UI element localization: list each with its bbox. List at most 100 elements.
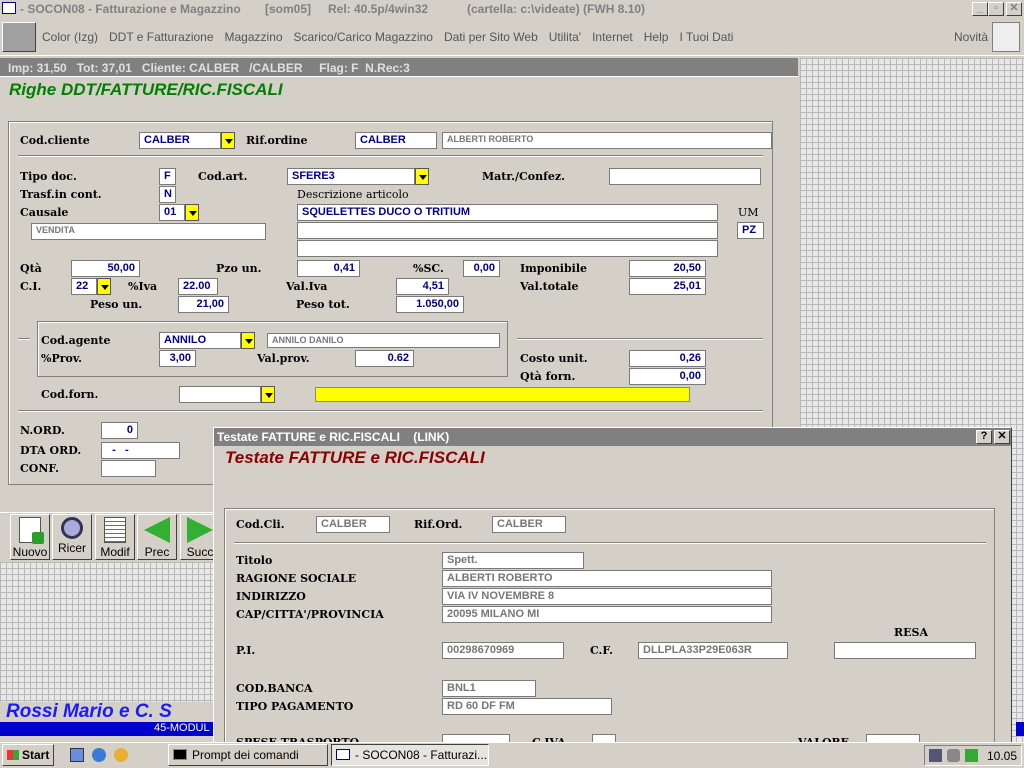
ci-dropdown[interactable] bbox=[97, 278, 111, 295]
rif-ordine-field[interactable]: CALBER bbox=[355, 132, 437, 149]
forn-dropdown[interactable] bbox=[261, 386, 275, 403]
causale-dropdown[interactable] bbox=[185, 204, 199, 221]
status-line: Imp: 31,50 Tot: 37,01 Cliente: CALBER /C… bbox=[0, 58, 798, 77]
dialog-help-button[interactable]: ? bbox=[976, 430, 992, 444]
codcli-field[interactable]: CALBER bbox=[316, 516, 390, 533]
menu-item-8[interactable]: I Tuoi Dati bbox=[679, 30, 733, 44]
menu-item-0[interactable]: Color (Izg) bbox=[42, 30, 98, 44]
start-button[interactable]: Start bbox=[2, 744, 54, 766]
matr-field[interactable] bbox=[609, 168, 761, 185]
dialog-divider bbox=[234, 542, 986, 544]
descr2-field[interactable] bbox=[297, 222, 718, 239]
menu-item-5[interactable]: Utilita' bbox=[549, 30, 581, 44]
dialog-close-button[interactable]: ✕ bbox=[994, 430, 1010, 444]
trasf-field[interactable]: N bbox=[159, 186, 176, 203]
vendita-field: VENDITA bbox=[31, 223, 266, 240]
nuovo-button[interactable]: Nuovo bbox=[10, 514, 50, 560]
cf-field[interactable]: DLLPLA33P29E063R bbox=[638, 642, 788, 659]
menu-item-3[interactable]: Scarico/Carico Magazzino bbox=[294, 30, 433, 44]
menu-novita[interactable]: Novità bbox=[954, 30, 988, 44]
close-button[interactable]: ✕ bbox=[1006, 2, 1022, 16]
resa-label: RESA bbox=[894, 626, 929, 639]
indirizzo-field[interactable]: VIA IV NOVEMBRE 8 bbox=[442, 588, 772, 605]
pagamento-field[interactable]: RD 60 DF FM bbox=[442, 698, 612, 715]
menu-right-icon[interactable] bbox=[992, 22, 1020, 52]
speaker-icon[interactable] bbox=[947, 749, 960, 762]
ricer-button[interactable]: Ricer bbox=[52, 514, 92, 560]
cmd-icon bbox=[173, 749, 187, 760]
network-icon[interactable] bbox=[929, 749, 942, 762]
menu-item-1[interactable]: DDT e Fatturazione bbox=[109, 30, 214, 44]
peso-un-label: Peso un. bbox=[90, 298, 143, 311]
causale-field[interactable]: 01 bbox=[159, 204, 185, 221]
codcli-label: Cod.Cli. bbox=[236, 518, 285, 531]
magnifier-icon bbox=[61, 517, 83, 539]
imponibile-label: Imponibile bbox=[520, 262, 588, 275]
menu-item-6[interactable]: Internet bbox=[592, 30, 633, 44]
resa-field[interactable] bbox=[834, 642, 976, 659]
ie-icon[interactable] bbox=[92, 748, 106, 762]
iva-field[interactable]: 22.00 bbox=[178, 278, 218, 295]
peso-tot-field[interactable]: 1.050,00 bbox=[396, 296, 464, 313]
tipo-doc-field[interactable]: F bbox=[159, 168, 176, 185]
dta-field[interactable]: - - bbox=[101, 442, 180, 459]
riford-field[interactable]: CALBER bbox=[492, 516, 566, 533]
um-field[interactable]: PZ bbox=[737, 222, 764, 239]
menu-item-2[interactable]: Magazzino bbox=[225, 30, 283, 44]
sc-field[interactable]: 0,00 bbox=[463, 260, 500, 277]
divider-right bbox=[517, 338, 763, 340]
prec-button[interactable]: Prec bbox=[137, 514, 177, 560]
costo-field[interactable]: 0,26 bbox=[629, 350, 706, 367]
qta-forn-field[interactable]: 0,00 bbox=[629, 368, 706, 385]
descr3-field[interactable] bbox=[297, 240, 718, 257]
prov-field[interactable]: 3,00 bbox=[159, 350, 196, 367]
desktop-icon[interactable] bbox=[70, 748, 84, 762]
cod-cliente-field[interactable]: CALBER bbox=[139, 132, 221, 149]
agente-label: Cod.agente bbox=[41, 334, 111, 347]
peso-tot-label: Peso tot. bbox=[296, 298, 350, 311]
titolo-field[interactable]: Spett. bbox=[442, 552, 584, 569]
menu-logo-icon[interactable] bbox=[2, 22, 36, 52]
cod-cliente-dropdown[interactable] bbox=[221, 132, 235, 149]
shield-icon[interactable] bbox=[965, 749, 978, 762]
banca-field[interactable]: BNL1 bbox=[442, 680, 536, 697]
media-player-icon[interactable] bbox=[114, 748, 128, 762]
descr-label: Descrizione articolo bbox=[297, 188, 409, 201]
agente-nome-field: ANNILO DANILO bbox=[267, 333, 500, 348]
task-prompt[interactable]: Prompt dei comandi bbox=[168, 744, 328, 766]
agente-field[interactable]: ANNILO bbox=[159, 332, 241, 349]
pzo-label: Pzo un. bbox=[216, 262, 262, 275]
nord-field[interactable]: 0 bbox=[101, 422, 138, 439]
prec-label: Prec bbox=[144, 545, 170, 559]
peso-un-field[interactable]: 21,00 bbox=[178, 296, 229, 313]
imponibile-field[interactable]: 20,50 bbox=[629, 260, 706, 277]
indirizzo-label: INDIRIZZO bbox=[236, 590, 306, 603]
valprov-field[interactable]: 0.62 bbox=[355, 350, 414, 367]
ricer-label: Ricer bbox=[57, 541, 86, 555]
um-label: UM bbox=[738, 206, 759, 219]
task-socon[interactable]: - SOCON08 - Fatturazi... bbox=[331, 744, 489, 766]
forn-field[interactable] bbox=[179, 386, 261, 403]
pi-field[interactable]: 00298670969 bbox=[442, 642, 564, 659]
pzo-field[interactable]: 0,41 bbox=[297, 260, 360, 277]
val-iva-field[interactable]: 4,51 bbox=[396, 278, 449, 295]
ci-field[interactable]: 22 bbox=[71, 278, 97, 295]
cod-art-field[interactable]: SFERE3 bbox=[287, 168, 415, 185]
maximize-button[interactable]: ▫ bbox=[988, 2, 1004, 16]
sc-label: %SC. bbox=[413, 262, 444, 275]
menu-item-7[interactable]: Help bbox=[644, 30, 669, 44]
menu-item-4[interactable]: Dati per Sito Web bbox=[444, 30, 538, 44]
company-name: Rossi Mario e C. S bbox=[6, 701, 172, 722]
ragione-field[interactable]: ALBERTI ROBERTO bbox=[442, 570, 772, 587]
cod-art-dropdown[interactable] bbox=[415, 168, 429, 185]
minimize-button[interactable]: _ bbox=[972, 2, 988, 16]
company-sub: 45-MODUL bbox=[154, 722, 210, 734]
descr1-field[interactable]: SQUELETTES DUCO O TRITIUM bbox=[297, 204, 718, 221]
pagamento-label: TIPO PAGAMENTO bbox=[236, 700, 354, 713]
val-tot-field[interactable]: 25,01 bbox=[629, 278, 706, 295]
qta-field[interactable]: 50,00 bbox=[71, 260, 140, 277]
cap-field[interactable]: 20095 MILANO MI bbox=[442, 606, 772, 623]
conf-field[interactable] bbox=[101, 460, 156, 477]
modif-button[interactable]: Modif bbox=[95, 514, 135, 560]
agente-dropdown[interactable] bbox=[241, 332, 255, 349]
